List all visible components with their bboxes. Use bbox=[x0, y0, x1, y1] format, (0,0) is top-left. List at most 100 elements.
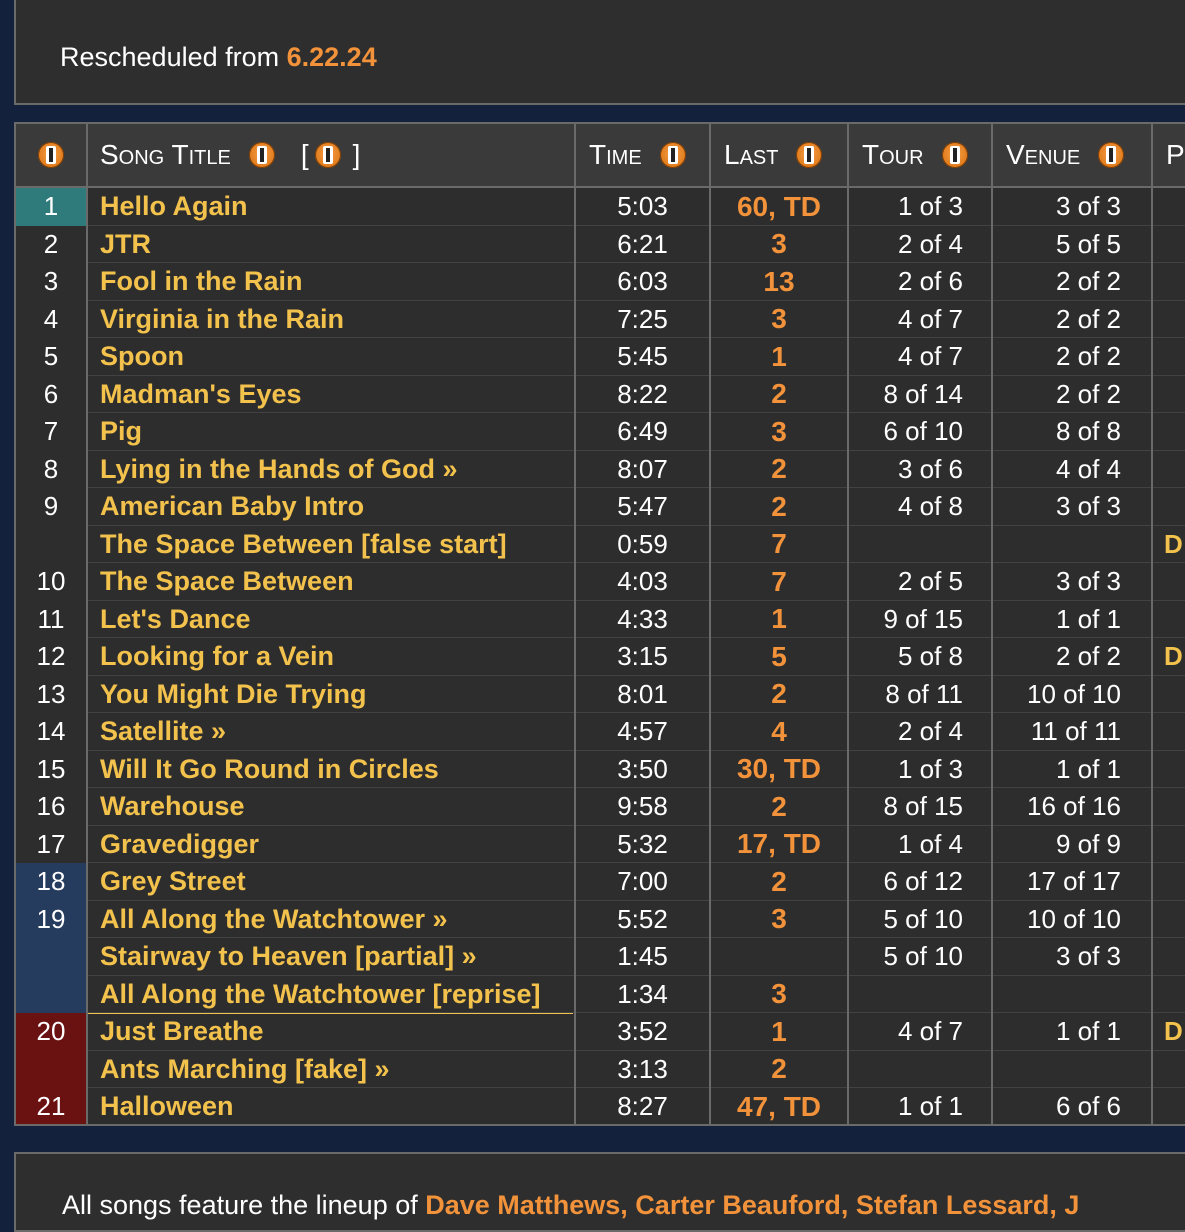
song-title-link[interactable]: Ants Marching [fake] » bbox=[100, 1051, 390, 1089]
tour-column-header[interactable]: Tour bbox=[862, 124, 968, 186]
last-column-header[interactable]: Last bbox=[724, 124, 823, 186]
song-title-link[interactable]: Grey Street bbox=[100, 863, 246, 901]
song-title-link[interactable]: Fool in the Rain bbox=[100, 263, 303, 301]
last-played-link[interactable]: 4 bbox=[711, 713, 847, 751]
table-row: 10 The Space Between 4:03 7 2 of 5 3 of 3 bbox=[16, 563, 1185, 601]
time-column-header[interactable]: Time bbox=[589, 124, 686, 186]
last-played-link[interactable]: 2 bbox=[711, 788, 847, 826]
info-icon[interactable] bbox=[1098, 142, 1125, 168]
tour-count: 2 of 4 bbox=[897, 228, 963, 259]
table-header: Song Title [ ] Time Last Tour Venue P bbox=[16, 124, 1185, 188]
song-number: 1 bbox=[43, 191, 59, 222]
time-header-label[interactable]: Time bbox=[589, 139, 642, 171]
info-icon[interactable] bbox=[796, 142, 823, 168]
song-title-link[interactable]: Virginia in the Rain bbox=[100, 301, 344, 339]
venue-count: 2 of 2 bbox=[1055, 266, 1121, 297]
tour-count: 6 of 12 bbox=[883, 866, 963, 897]
last-played-link[interactable]: 3 bbox=[711, 901, 847, 939]
info-icon[interactable] bbox=[941, 142, 968, 168]
song-number: 12 bbox=[36, 641, 66, 672]
song-title-link[interactable]: Madman's Eyes bbox=[100, 376, 302, 414]
song-title-link[interactable]: All Along the Watchtower » bbox=[100, 901, 448, 939]
column-divider bbox=[574, 124, 576, 1124]
song-title-link[interactable]: The Space Between bbox=[100, 563, 354, 601]
song-title-link[interactable]: Warehouse bbox=[100, 788, 245, 826]
info-icon[interactable] bbox=[38, 142, 64, 168]
song-title-link[interactable]: Lying in the Hands of God » bbox=[100, 451, 458, 489]
last-played-link[interactable]: 2 bbox=[711, 863, 847, 901]
venue-header-label[interactable]: Venue bbox=[1006, 139, 1080, 171]
venue-column-header[interactable]: Venue bbox=[1006, 124, 1125, 186]
last-played-link[interactable]: 47, TD bbox=[711, 1088, 847, 1124]
venue-count: 10 of 10 bbox=[1027, 678, 1121, 709]
song-title-link[interactable]: Spoon bbox=[100, 338, 184, 376]
song-title-column-header[interactable]: Song Title [ ] bbox=[100, 124, 360, 186]
tour-count: 8 of 15 bbox=[883, 791, 963, 822]
song-time: 5:47 bbox=[617, 491, 668, 522]
last-header-label[interactable]: Last bbox=[724, 139, 778, 171]
last-played-link[interactable]: 1 bbox=[711, 1013, 847, 1051]
song-time: 6:49 bbox=[617, 416, 668, 447]
table-row: 14 Satellite » 4:57 4 2 of 4 11 of 11 bbox=[16, 713, 1185, 751]
last-played-link[interactable]: 2 bbox=[711, 451, 847, 489]
last-played-link[interactable]: 2 bbox=[711, 488, 847, 526]
info-icon[interactable] bbox=[659, 142, 686, 168]
tour-count: 1 of 3 bbox=[897, 191, 963, 222]
last-played-link[interactable]: 7 bbox=[711, 563, 847, 601]
song-title-link[interactable]: Pig bbox=[100, 413, 142, 451]
table-row: 11 Let's Dance 4:33 1 9 of 15 1 of 1 bbox=[16, 601, 1185, 639]
lineup-names-link[interactable]: Dave Matthews, Carter Beauford, Stefan L… bbox=[425, 1190, 1079, 1220]
song-title-link[interactable]: You Might Die Trying bbox=[100, 676, 367, 714]
song-title-link[interactable]: Hello Again bbox=[100, 188, 248, 226]
venue-count: 2 of 2 bbox=[1055, 341, 1121, 372]
reschedule-date-link[interactable]: 6.22.24 bbox=[287, 42, 377, 72]
song-title-link[interactable]: Satellite » bbox=[100, 713, 226, 751]
song-time: 4:57 bbox=[617, 716, 668, 747]
venue-count: 16 of 16 bbox=[1027, 791, 1121, 822]
last-played-link[interactable]: 30, TD bbox=[711, 751, 847, 789]
info-icon[interactable] bbox=[314, 142, 341, 168]
last-played-link[interactable]: 1 bbox=[711, 338, 847, 376]
last-played-link[interactable]: 1 bbox=[711, 601, 847, 639]
last-played-link[interactable]: 3 bbox=[711, 301, 847, 339]
last-played-link[interactable]: 60, TD bbox=[711, 188, 847, 226]
song-title-link[interactable]: Just Breathe bbox=[100, 1013, 264, 1051]
last-played-link[interactable] bbox=[711, 938, 847, 976]
song-title-header-label[interactable]: Song Title bbox=[100, 139, 231, 171]
table-row: 13 You Might Die Trying 8:01 2 8 of 11 10 of … bbox=[16, 676, 1185, 714]
last-played-link[interactable]: 5 bbox=[711, 638, 847, 676]
song-title-link[interactable]: American Baby Intro bbox=[100, 488, 364, 526]
table-row: The Space Between [false start] 0:59 7 D bbox=[16, 526, 1185, 564]
column-divider bbox=[86, 124, 88, 1124]
table-row: 3 Fool in the Rain 6:03 13 2 of 6 2 of 2 bbox=[16, 263, 1185, 301]
partial-header-label[interactable]: P bbox=[1166, 139, 1185, 171]
last-played-link[interactable]: 2 bbox=[711, 1051, 847, 1089]
song-title-link[interactable]: Looking for a Vein bbox=[100, 638, 334, 676]
song-title-link[interactable]: All Along the Watchtower [reprise] bbox=[100, 976, 541, 1014]
table-row: 20 Just Breathe 3:52 1 4 of 7 1 of 1 D bbox=[16, 1013, 1185, 1051]
column-divider bbox=[1151, 124, 1153, 1124]
song-title-link[interactable]: JTR bbox=[100, 226, 151, 264]
last-played-link[interactable]: 7 bbox=[711, 526, 847, 564]
last-played-link[interactable]: 2 bbox=[711, 376, 847, 414]
song-title-link[interactable]: Let's Dance bbox=[100, 601, 250, 639]
last-played-link[interactable]: 2 bbox=[711, 676, 847, 714]
song-number: 3 bbox=[43, 266, 59, 297]
table-row: 9 American Baby Intro 5:47 2 4 of 8 3 of 3 bbox=[16, 488, 1185, 526]
last-played-link[interactable]: 3 bbox=[711, 226, 847, 264]
last-played-link[interactable]: 3 bbox=[711, 976, 847, 1014]
reschedule-note: Rescheduled from 6.22.24 bbox=[60, 42, 377, 73]
song-title-link[interactable]: Will It Go Round in Circles bbox=[100, 751, 439, 789]
tour-header-label[interactable]: Tour bbox=[862, 139, 924, 171]
song-title-link[interactable]: Stairway to Heaven [partial] » bbox=[100, 938, 477, 976]
last-played-link[interactable]: 17, TD bbox=[711, 826, 847, 864]
song-title-link[interactable]: Halloween bbox=[100, 1088, 234, 1124]
tour-count: 2 of 6 bbox=[897, 266, 963, 297]
song-title-link[interactable]: Gravedigger bbox=[100, 826, 259, 864]
info-icon[interactable] bbox=[248, 142, 275, 168]
last-played-link[interactable]: 13 bbox=[711, 263, 847, 301]
last-played-link[interactable]: 3 bbox=[711, 413, 847, 451]
tour-count: 1 of 3 bbox=[897, 753, 963, 784]
partial-column-header[interactable]: P bbox=[1166, 124, 1185, 186]
song-title-link[interactable]: The Space Between [false start] bbox=[100, 526, 507, 564]
